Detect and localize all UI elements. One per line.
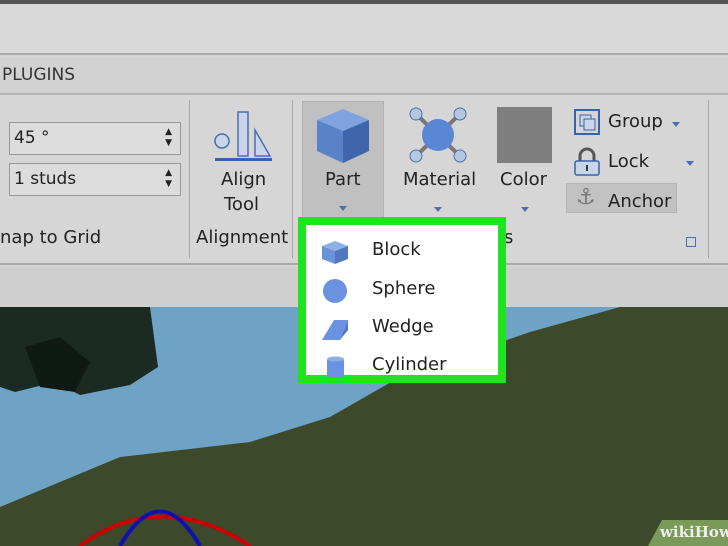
wedge-icon — [322, 320, 348, 340]
material-dropdown-arrow-icon[interactable] — [434, 207, 442, 212]
part-dropdown-menu: Block Sphere Wedge Cylinder — [298, 217, 506, 383]
anchor-icon: ⚓ — [576, 185, 596, 210]
menu-item-sphere[interactable]: Sphere — [306, 272, 498, 310]
menu-item-label: Sphere — [372, 278, 436, 299]
menu-item-label: Cylinder — [372, 354, 447, 375]
spinner-arrows-icon[interactable]: ▲ ▼ — [165, 168, 172, 190]
dialog-launcher-icon[interactable] — [686, 237, 696, 247]
spinner-arrows-icon[interactable]: ▲ ▼ — [165, 127, 172, 149]
menu-item-block[interactable]: Block — [306, 233, 498, 271]
lock-icon — [574, 147, 600, 176]
block-icon — [322, 241, 348, 264]
wikihow-watermark: wikiHow — [648, 520, 728, 546]
title-area — [0, 4, 728, 55]
snap-to-grid-group-label: nap to Grid — [0, 227, 102, 248]
material-icon[interactable] — [406, 106, 470, 164]
menu-item-label: Block — [372, 239, 421, 260]
color-dropdown-arrow-icon[interactable] — [521, 207, 529, 212]
cylinder-icon — [327, 356, 344, 378]
lock-dropdown-arrow-icon[interactable] — [686, 161, 694, 166]
move-snap-input[interactable]: 1 studs ▲ ▼ — [9, 163, 181, 196]
part-cube-icon — [317, 109, 369, 163]
sphere-icon — [323, 279, 347, 303]
align-tool-button-line2[interactable]: Tool — [224, 194, 259, 215]
group-divider — [189, 100, 190, 258]
part-dropdown-arrow-icon[interactable] — [339, 206, 347, 211]
group-divider — [708, 100, 709, 258]
group-divider — [292, 100, 293, 258]
menu-item-label: Wedge — [372, 316, 434, 337]
group-button[interactable]: Group — [608, 111, 663, 132]
menu-item-wedge[interactable]: Wedge — [306, 310, 498, 348]
move-snap-value: 1 studs — [14, 169, 77, 189]
rotate-snap-input[interactable]: 45 ° ▲ ▼ — [9, 122, 181, 155]
group-dropdown-arrow-icon[interactable] — [672, 122, 680, 127]
ribbon-tab-bar: PLUGINS — [0, 57, 728, 95]
color-swatch[interactable] — [497, 107, 552, 163]
align-tool-button[interactable]: Align — [221, 169, 266, 190]
menu-item-cylinder[interactable]: Cylinder — [306, 348, 498, 386]
material-button[interactable]: Material — [403, 169, 476, 190]
color-button[interactable]: Color — [500, 169, 547, 190]
alignment-group-label: Alignment — [196, 227, 289, 248]
rotate-snap-value: 45 ° — [14, 128, 50, 148]
part-label[interactable]: Part — [325, 169, 361, 190]
group-icon — [574, 109, 600, 135]
align-tool-icon — [214, 111, 272, 161]
anchor-label[interactable]: Anchor — [608, 191, 671, 212]
lock-button[interactable]: Lock — [608, 151, 649, 172]
tab-plugins[interactable]: PLUGINS — [2, 65, 75, 85]
